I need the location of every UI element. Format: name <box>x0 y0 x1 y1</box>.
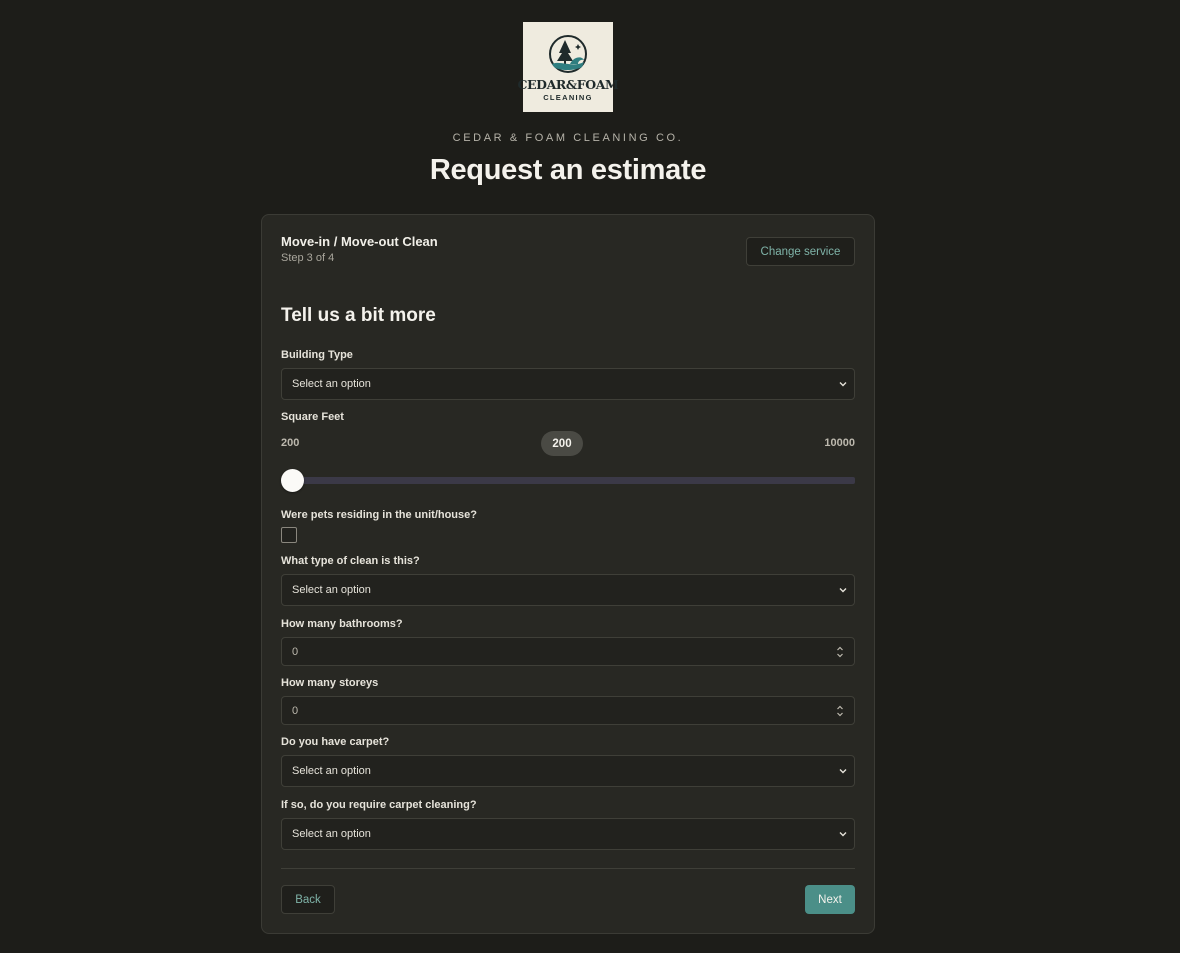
square-feet-slider-track[interactable] <box>281 477 855 484</box>
change-service-button[interactable]: Change service <box>746 237 855 266</box>
chevron-down-icon <box>839 382 847 387</box>
square-feet-label: Square Feet <box>281 411 344 423</box>
logo-wordmark: CEDAR&FOAM <box>517 77 619 92</box>
step-indicator: Step 3 of 4 <box>281 252 335 264</box>
estimate-form-card: Move-in / Move-out Clean Step 3 of 4 Cha… <box>261 214 875 934</box>
clean-type-select[interactable]: Select an option <box>281 574 855 606</box>
bathrooms-value: 0 <box>292 645 299 658</box>
back-button[interactable]: Back <box>281 885 335 914</box>
pets-label: Were pets residing in the unit/house? <box>281 509 477 521</box>
carpet-label: Do you have carpet? <box>281 736 390 748</box>
selected-service-name: Move-in / Move-out Clean <box>281 234 438 249</box>
bathrooms-label: How many bathrooms? <box>281 618 403 630</box>
square-feet-slider-thumb[interactable] <box>281 469 304 492</box>
stepper-arrows-icon[interactable] <box>836 704 844 718</box>
storeys-input[interactable]: 0 <box>281 696 855 725</box>
storeys-label: How many storeys <box>281 677 379 689</box>
carpet-cleaning-value: Select an option <box>292 828 371 840</box>
carpet-value: Select an option <box>292 765 371 777</box>
chevron-down-icon <box>839 588 847 593</box>
chevron-down-icon <box>839 832 847 837</box>
chevron-down-icon <box>839 769 847 774</box>
building-type-select[interactable]: Select an option <box>281 368 855 400</box>
stepper-arrows-icon[interactable] <box>836 645 844 659</box>
section-title: Tell us a bit more <box>281 305 436 326</box>
pets-checkbox[interactable] <box>281 527 297 543</box>
logo-subtitle: CLEANING <box>543 93 593 102</box>
building-type-value: Select an option <box>292 378 371 390</box>
page-title: Request an estimate <box>429 154 707 186</box>
clean-type-label: What type of clean is this? <box>281 555 420 567</box>
carpet-cleaning-label: If so, do you require carpet cleaning? <box>281 799 477 811</box>
building-type-label: Building Type <box>281 349 353 361</box>
clean-type-value: Select an option <box>292 584 371 596</box>
tree-wave-emblem-icon <box>549 35 587 73</box>
carpet-select[interactable]: Select an option <box>281 755 855 787</box>
form-divider <box>281 868 855 869</box>
square-feet-value-badge: 200 <box>541 431 583 456</box>
next-button[interactable]: Next <box>805 885 855 914</box>
carpet-cleaning-select[interactable]: Select an option <box>281 818 855 850</box>
bathrooms-input[interactable]: 0 <box>281 637 855 666</box>
storeys-value: 0 <box>292 704 299 717</box>
square-feet-min: 200 <box>281 437 300 449</box>
company-logo: CEDAR&FOAM CLEANING <box>518 22 619 112</box>
square-feet-max: 10000 <box>824 437 855 449</box>
company-name: CEDAR & FOAM CLEANING CO. <box>452 132 684 144</box>
